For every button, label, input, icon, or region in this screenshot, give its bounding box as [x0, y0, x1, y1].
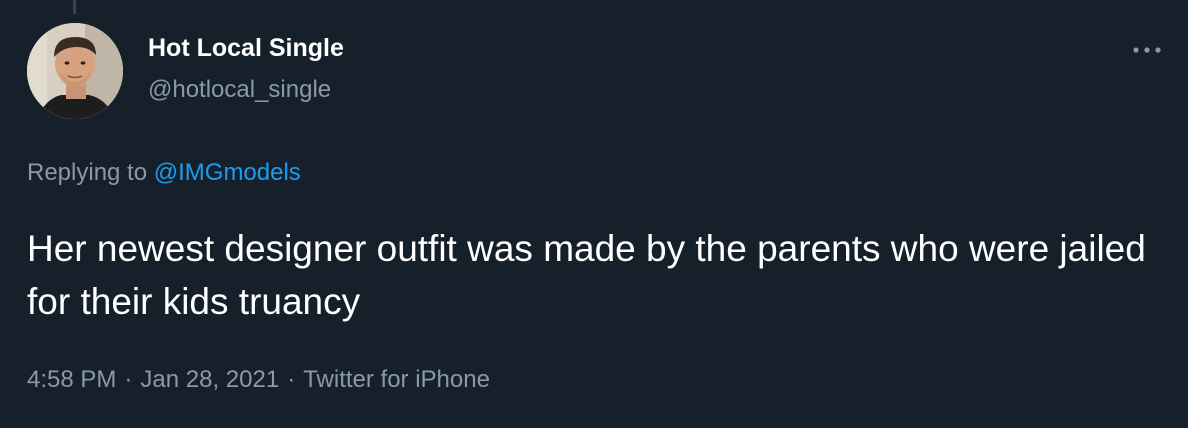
more-options-icon: [1133, 47, 1161, 53]
author-display-name[interactable]: Hot Local Single: [148, 33, 344, 63]
author-handle[interactable]: @hotlocal_single: [148, 75, 331, 105]
tweet-date-link[interactable]: Jan 28, 2021: [140, 366, 279, 393]
tweet-metadata: 4:58 PM · Jan 28, 2021 · Twitter for iPhone: [27, 365, 490, 395]
meta-separator: ·: [124, 366, 133, 393]
avatar[interactable]: [27, 23, 123, 119]
replying-to-mention-link[interactable]: @IMGmodels: [154, 159, 301, 186]
replying-to-line: Replying to @IMGmodels: [27, 158, 301, 188]
replying-to-label: Replying to: [27, 159, 148, 186]
tweet-time-link[interactable]: 4:58 PM: [27, 366, 116, 393]
tweet-text: Her newest designer outfit was made by t…: [27, 228, 1146, 322]
more-options-button[interactable]: [1130, 40, 1164, 60]
thread-connector-line: [73, 0, 76, 14]
avatar-image: [27, 23, 123, 119]
meta-separator: ·: [287, 366, 296, 393]
tweet-source-link[interactable]: Twitter for iPhone: [303, 366, 490, 393]
